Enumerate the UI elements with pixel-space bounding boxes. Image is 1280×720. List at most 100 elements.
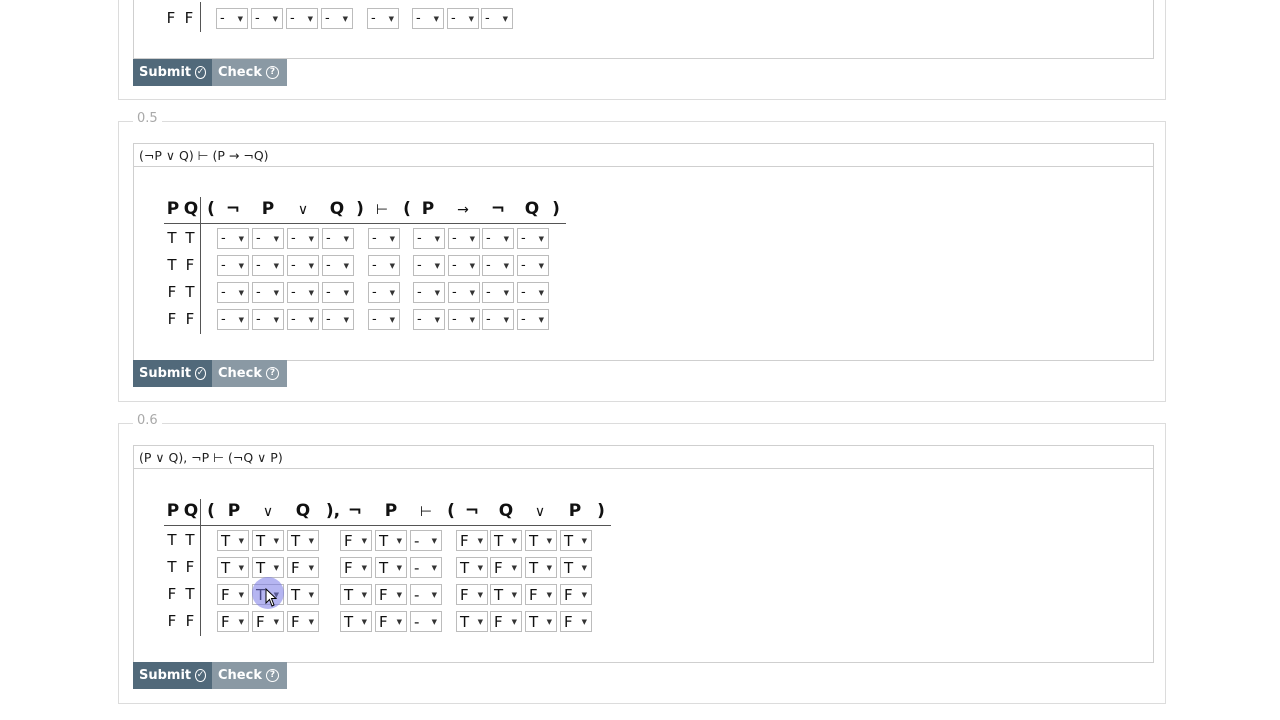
truth-value-select[interactable]: - ▼: [322, 309, 354, 330]
truth-value-select[interactable]: F ▼: [525, 584, 557, 605]
truth-value-select[interactable]: - ▼: [252, 309, 284, 330]
truth-value-select[interactable]: - ▼: [217, 255, 249, 276]
truth-value-select[interactable]: - ▼: [517, 282, 549, 303]
truth-value-select[interactable]: - ▼: [368, 282, 400, 303]
truth-value-select[interactable]: F ▼: [287, 557, 319, 578]
truth-value-select[interactable]: - ▼: [287, 309, 319, 330]
dropdown-arrow-icon: ▼: [434, 235, 440, 243]
truth-value-select[interactable]: - ▼: [482, 282, 514, 303]
truth-value-select[interactable]: - ▼: [448, 228, 480, 249]
dropdown-arrow-icon: ▼: [511, 537, 517, 545]
truth-value-select[interactable]: T▼: [340, 584, 372, 605]
truth-value-select[interactable]: - ▼: [517, 309, 549, 330]
truth-value-select[interactable]: - ▼: [482, 255, 514, 276]
truth-value-select[interactable]: F ▼: [490, 557, 522, 578]
truth-value-select[interactable]: F ▼: [217, 584, 249, 605]
truth-value-select[interactable]: T▼: [560, 530, 592, 551]
truth-value-select[interactable]: - ▼: [412, 8, 444, 29]
truth-value-select[interactable]: F ▼: [340, 530, 372, 551]
truth-value-select[interactable]: T▼: [252, 557, 284, 578]
dropdown-arrow-icon: ▼: [361, 537, 367, 545]
truth-value-select[interactable]: - ▼: [217, 228, 249, 249]
truth-value-select[interactable]: F ▼: [456, 584, 488, 605]
truth-value-select[interactable]: - ▼: [287, 255, 319, 276]
truth-value-select[interactable]: - ▼: [287, 282, 319, 303]
truth-value-select[interactable]: - ▼: [217, 282, 249, 303]
truth-value-select[interactable]: - ▼: [482, 228, 514, 249]
truth-value-select[interactable]: - ▼: [447, 8, 479, 29]
truth-value-select[interactable]: T▼: [560, 557, 592, 578]
truth-value-select[interactable]: - ▼: [413, 282, 445, 303]
truth-value-select[interactable]: - ▼: [322, 282, 354, 303]
truth-value-select[interactable]: T▼: [490, 530, 522, 551]
truth-value-select[interactable]: F ▼: [287, 611, 319, 632]
truth-value-select[interactable]: - ▼: [252, 255, 284, 276]
truth-table: P Q(¬ P ∨ Q) ⊢(P → ¬ Q) T T - ▼ - ▼ - ▼ - ▼ - ▼ - ▼ - ▼ - ▼ - ▼ T F - ▼ -…: [134, 167, 1153, 360]
truth-value-select[interactable]: - ▼: [251, 8, 283, 29]
truth-value-select[interactable]: - ▼: [368, 255, 400, 276]
truth-value-select[interactable]: - ▼: [448, 309, 480, 330]
truth-value-select[interactable]: - ▼: [217, 309, 249, 330]
submit-button[interactable]: Submit ✓: [133, 360, 212, 387]
truth-value-select[interactable]: - ▼: [410, 611, 442, 632]
truth-value-select[interactable]: T▼: [456, 611, 488, 632]
check-button[interactable]: Check ?: [212, 662, 287, 689]
truth-value-select[interactable]: - ▼: [410, 557, 442, 578]
check-button[interactable]: Check ?: [212, 360, 287, 387]
truth-value-select[interactable]: - ▼: [413, 228, 445, 249]
truth-value-select[interactable]: F ▼: [340, 557, 372, 578]
truth-value-select[interactable]: - ▼: [482, 309, 514, 330]
truth-value-select[interactable]: T▼: [287, 584, 319, 605]
truth-value-select[interactable]: - ▼: [413, 255, 445, 276]
truth-value-select[interactable]: F ▼: [560, 584, 592, 605]
truth-value-select[interactable]: - ▼: [481, 8, 513, 29]
truth-value-select[interactable]: - ▼: [368, 228, 400, 249]
submit-button[interactable]: Submit ✓: [133, 59, 212, 86]
truth-value-select[interactable]: - ▼: [368, 309, 400, 330]
dropdown-arrow-icon: ▼: [238, 316, 244, 324]
truth-value-select[interactable]: - ▼: [448, 255, 480, 276]
truth-value-select[interactable]: T▼: [217, 557, 249, 578]
truth-value-select[interactable]: T▼: [456, 557, 488, 578]
truth-value-select[interactable]: F ▼: [456, 530, 488, 551]
truth-value-select[interactable]: - ▼: [517, 228, 549, 249]
truth-value-select[interactable]: T▼: [375, 557, 407, 578]
truth-value-select[interactable]: T▼: [525, 611, 557, 632]
truth-value-select[interactable]: - ▼: [216, 8, 248, 29]
truth-table-box: P Q(P ∨ Q), ¬ P ⊢(¬ Q ∨ P) T T T ▼ T ▼ T ▼ F ▼ T ▼ - ▼ F ▼ T ▼ T ▼ T ▼ T…: [133, 469, 1154, 663]
truth-value-select[interactable]: F ▼: [375, 611, 407, 632]
check-button[interactable]: Check ?: [212, 59, 287, 86]
truth-value-select[interactable]: T▼: [525, 557, 557, 578]
truth-value-select[interactable]: - ▼: [252, 282, 284, 303]
truth-value-select[interactable]: F ▼: [217, 611, 249, 632]
truth-value-select[interactable]: - ▼: [517, 255, 549, 276]
truth-value-select[interactable]: - ▼: [252, 228, 284, 249]
truth-value-select[interactable]: - ▼: [410, 584, 442, 605]
truth-value-select[interactable]: T▼: [252, 530, 284, 551]
dropdown-arrow-icon: ▼: [469, 262, 475, 270]
dropdown-arrow-icon: ▼: [307, 15, 313, 23]
truth-value-select[interactable]: T▼: [340, 611, 372, 632]
truth-value-select[interactable]: T▼: [217, 530, 249, 551]
dropdown-arrow-icon: ▼: [477, 618, 483, 626]
truth-value-select[interactable]: - ▼: [321, 8, 353, 29]
truth-value-select[interactable]: - ▼: [448, 282, 480, 303]
truth-value-select[interactable]: - ▼: [286, 8, 318, 29]
truth-value-select[interactable]: - ▼: [410, 530, 442, 551]
truth-value-select[interactable]: - ▼: [367, 8, 399, 29]
truth-value-select[interactable]: - ▼: [322, 228, 354, 249]
truth-value-select[interactable]: - ▼: [322, 255, 354, 276]
dropdown-arrow-icon: ▼: [581, 564, 587, 572]
truth-value-select[interactable]: F ▼: [252, 611, 284, 632]
truth-value-select[interactable]: T▼: [525, 530, 557, 551]
truth-value-select[interactable]: - ▼: [287, 228, 319, 249]
truth-value-select[interactable]: F ▼: [490, 611, 522, 632]
dropdown-arrow-icon: ▼: [434, 262, 440, 270]
truth-value-select[interactable]: F ▼: [560, 611, 592, 632]
truth-value-select[interactable]: T▼: [490, 584, 522, 605]
truth-value-select[interactable]: - ▼: [413, 309, 445, 330]
truth-value-select[interactable]: F ▼: [375, 584, 407, 605]
truth-value-select[interactable]: T▼: [375, 530, 407, 551]
submit-button[interactable]: Submit ✓: [133, 662, 212, 689]
truth-value-select[interactable]: T▼: [287, 530, 319, 551]
